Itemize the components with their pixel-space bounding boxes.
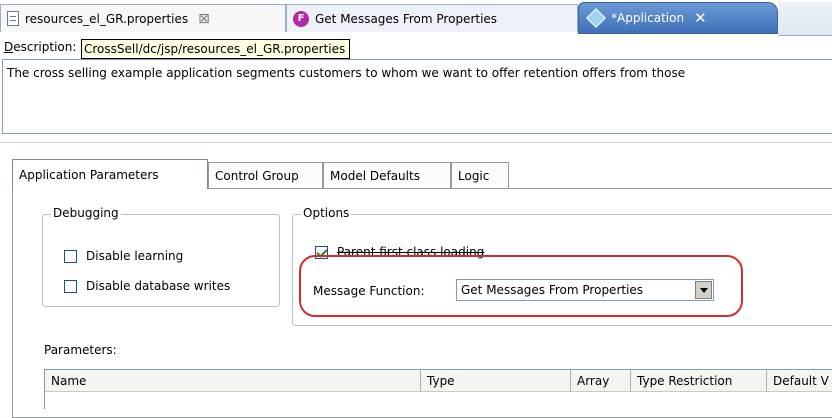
editor-tab-application[interactable]: *Application ✕	[578, 2, 778, 34]
tab-bar-filler	[778, 2, 832, 36]
column-header-name[interactable]: Name	[45, 370, 421, 392]
disable-learning-checkbox[interactable]: Disable learning	[64, 249, 183, 263]
tab-logic[interactable]: Logic	[451, 162, 509, 188]
red-highlight-annotation	[299, 255, 743, 317]
file-icon	[7, 11, 19, 26]
column-header-default[interactable]: Default V	[767, 370, 832, 392]
parameters-label: Parameters:	[44, 343, 117, 357]
close-icon[interactable]: ✕	[694, 9, 707, 27]
description-field[interactable]: The cross selling example application se…	[2, 59, 832, 134]
group-title: Debugging	[51, 206, 121, 220]
tab-control-group[interactable]: Control Group	[208, 162, 323, 188]
function-icon: F	[293, 10, 309, 27]
checkbox-box	[64, 249, 77, 263]
tab-label: *Application	[611, 11, 685, 25]
editor-tab-bar: resources_el_GR.properties ⊠ F Get Messa…	[0, 0, 832, 36]
column-header-type-restriction[interactable]: Type Restriction	[631, 370, 767, 392]
editor-tab-get-messages[interactable]: F Get Messages From Properties	[286, 4, 578, 32]
editor-tab-properties[interactable]: resources_el_GR.properties ⊠	[0, 4, 286, 32]
description-text: The cross selling example application se…	[7, 66, 686, 80]
column-header-array[interactable]: Array	[571, 370, 631, 392]
file-path-tooltip: CrossSell/dc/jsp/resources_el_GR.propert…	[81, 39, 351, 59]
group-title: Options	[301, 206, 352, 220]
application-icon	[586, 8, 606, 28]
divider	[0, 142, 832, 143]
column-header-type[interactable]: Type	[421, 370, 571, 392]
checkbox-box	[64, 279, 77, 293]
close-icon[interactable]: ⊠	[198, 11, 210, 27]
tab-label: Get Messages From Properties	[315, 11, 498, 26]
parameters-table: Name Type Array Type Restriction Default…	[44, 369, 832, 409]
tab-label: resources_el_GR.properties	[25, 11, 189, 26]
tab-model-defaults[interactable]: Model Defaults	[323, 162, 451, 188]
checkbox-label: Disable learning	[86, 249, 184, 263]
checkbox-label: Disable database writes	[86, 279, 231, 293]
tab-application-parameters[interactable]: Application Parameters	[12, 159, 208, 189]
description-label: Description:	[4, 40, 77, 54]
disable-database-writes-checkbox[interactable]: Disable database writes	[64, 279, 230, 293]
